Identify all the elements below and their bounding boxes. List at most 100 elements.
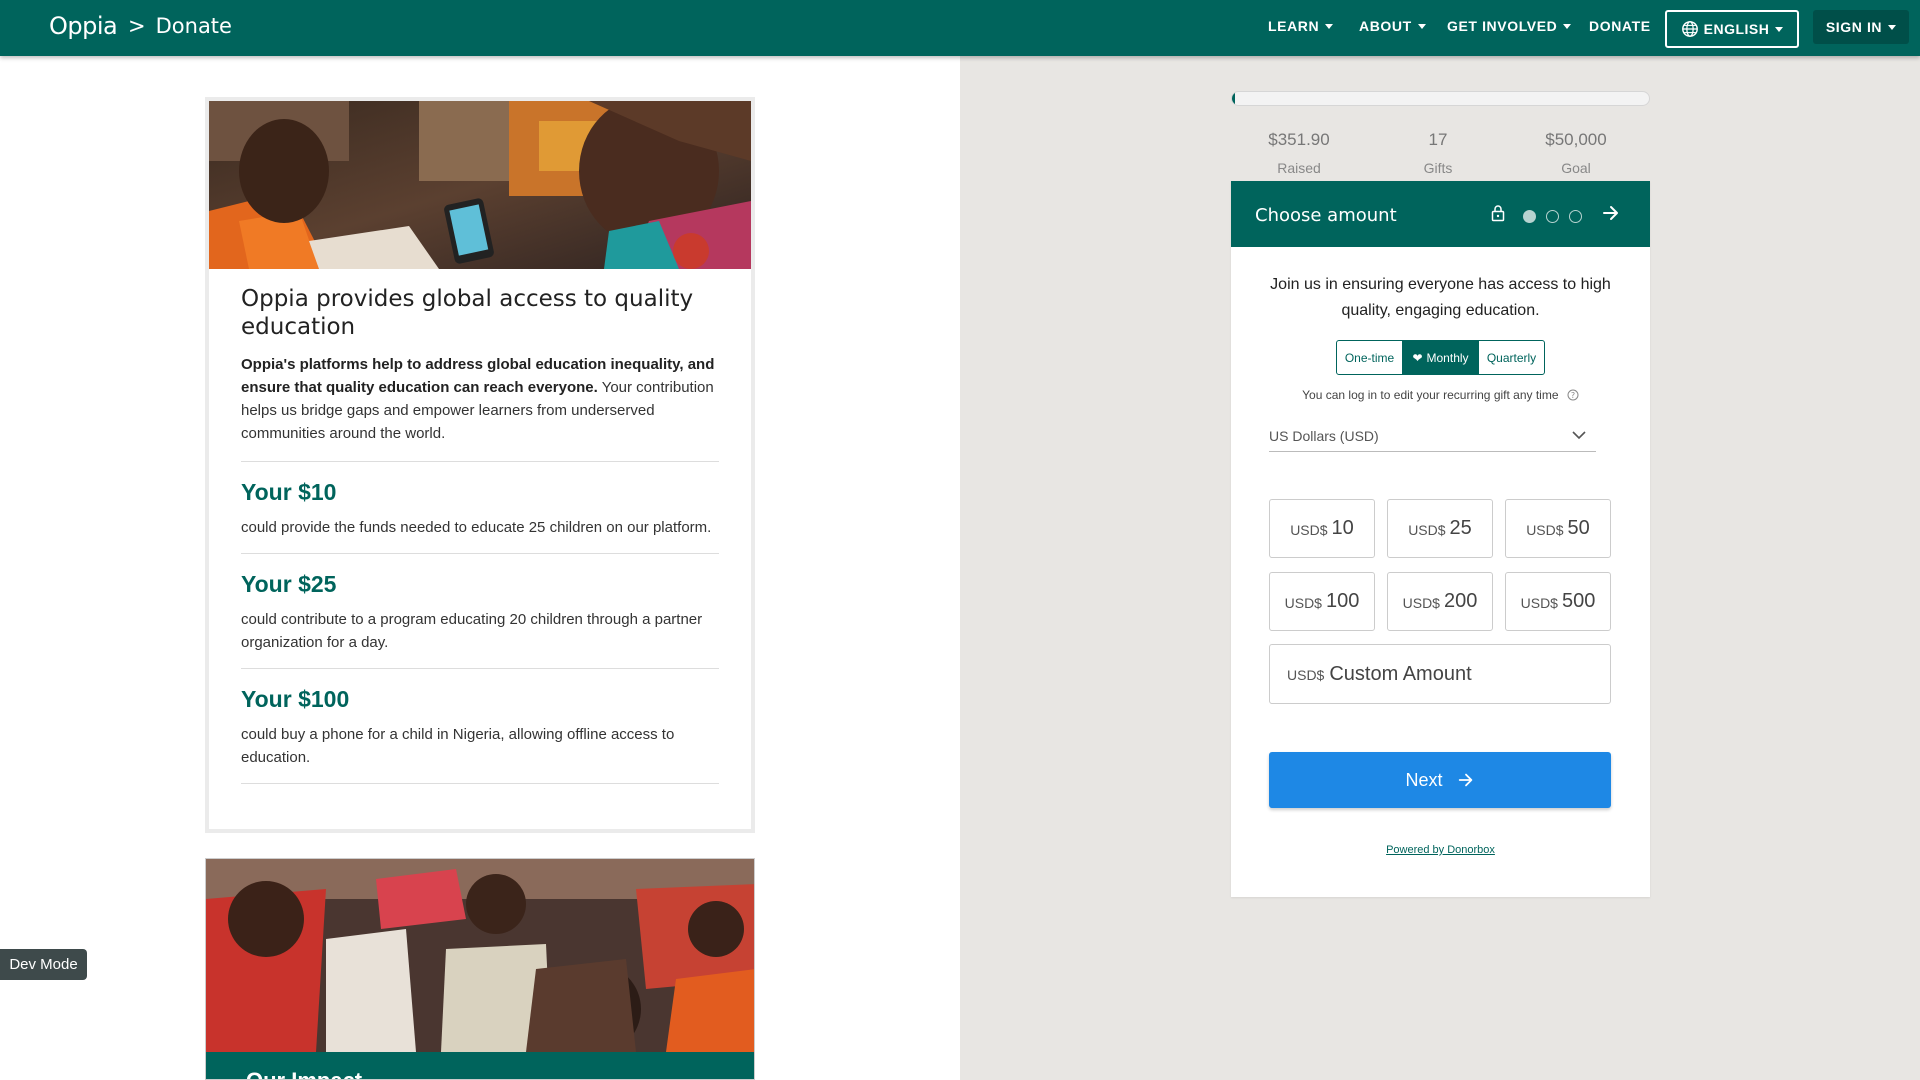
step-indicator xyxy=(1523,210,1582,223)
info-icon[interactable]: ? xyxy=(1567,389,1579,401)
donation-widget: Choose amount Join us in ensuring everyo… xyxy=(1231,181,1650,897)
svg-text:?: ? xyxy=(1571,391,1575,400)
amount-option-10[interactable]: USD$ 10 xyxy=(1269,499,1375,558)
impact-text: could contribute to a program educating … xyxy=(241,611,703,651)
globe-icon xyxy=(1681,21,1698,37)
currency-select[interactable]: US Dollars (USD) xyxy=(1269,419,1596,452)
frequency-option-label: Monthly xyxy=(1426,350,1469,365)
custom-amount-input[interactable]: USD$ Custom Amount xyxy=(1269,644,1611,704)
sign-in-button[interactable]: SIGN IN xyxy=(1813,10,1909,44)
donation-info-card: Oppia provides global access to quality … xyxy=(205,97,755,833)
step-dot xyxy=(1569,210,1582,223)
impact-item: Your $10 could provide the funds needed … xyxy=(241,461,719,553)
caret-down-icon xyxy=(1325,23,1334,29)
caret-down-icon xyxy=(1888,24,1897,30)
stat-goal: $50,000 Goal xyxy=(1501,130,1651,176)
language-selector[interactable]: ENGLISH xyxy=(1665,10,1799,48)
dev-mode-badge[interactable]: Dev Mode xyxy=(0,949,87,980)
amount-currency: USD$ xyxy=(1287,667,1325,683)
nav-learn-label: LEARN xyxy=(1268,18,1320,34)
our-impact-band: Our Impact xyxy=(206,1052,754,1079)
breadcrumb-separator: > xyxy=(128,14,146,38)
stat-value: $351.90 xyxy=(1268,130,1330,149)
nav-learn-menu[interactable]: LEARN xyxy=(1268,18,1334,34)
recurring-note-text: You can log in to edit your recurring gi… xyxy=(1302,388,1559,402)
next-button[interactable]: Next xyxy=(1269,752,1611,808)
heart-icon: ❤ xyxy=(1412,350,1423,365)
impact-heading: Your $10 xyxy=(241,479,337,505)
our-impact-title: Our Impact xyxy=(246,1068,362,1079)
amount-option-500[interactable]: USD$ 500 xyxy=(1505,572,1611,631)
top-navbar: Oppia > Donate LEARN ABOUT GET INVOLVED D… xyxy=(0,0,1920,56)
nav-donate-label: DONATE xyxy=(1589,18,1651,34)
next-label: Next xyxy=(1405,769,1443,790)
frequency-monthly[interactable]: ❤ Monthly xyxy=(1403,341,1479,374)
impact-text: could provide the funds needed to educat… xyxy=(241,519,712,536)
nav-get-involved-menu[interactable]: GET INVOLVED xyxy=(1447,18,1572,34)
amount-currency: USD$ xyxy=(1520,594,1558,611)
nav-donate-link[interactable]: DONATE xyxy=(1589,18,1651,34)
our-impact-card: Our Impact xyxy=(205,858,755,1080)
amount-option-25[interactable]: USD$ 25 xyxy=(1387,499,1493,558)
stat-label: Goal xyxy=(1561,160,1591,176)
donation-progress-bar xyxy=(1231,91,1650,106)
classroom-photo xyxy=(206,859,754,1052)
widget-intro: Join us in ensuring everyone has access … xyxy=(1270,276,1611,319)
amount-value: 100 xyxy=(1325,590,1360,612)
powered-by-donorbox-link[interactable]: Powered by Donorbox xyxy=(1231,844,1650,856)
currency-value: US Dollars (USD) xyxy=(1269,428,1379,444)
breadcrumb-current: Donate xyxy=(155,14,232,38)
frequency-option-label: Quarterly xyxy=(1486,350,1537,365)
nav-get-involved-label: GET INVOLVED xyxy=(1447,18,1558,34)
info-card-intro: Oppia's platforms help to address global… xyxy=(241,353,719,445)
stat-value: $50,000 xyxy=(1545,130,1607,149)
custom-amount-placeholder: Custom Amount xyxy=(1329,662,1472,685)
frequency-one-time[interactable]: One-time xyxy=(1337,341,1403,374)
impact-item: Your $25 could contribute to a program e… xyxy=(241,553,719,668)
amount-value: 50 xyxy=(1567,517,1590,539)
amount-currency: USD$ xyxy=(1526,521,1564,538)
caret-down-icon xyxy=(1775,26,1784,32)
amount-currency: USD$ xyxy=(1290,521,1328,538)
amount-option-200[interactable]: USD$ 200 xyxy=(1387,572,1493,631)
caret-down-icon xyxy=(1417,23,1426,29)
amount-option-100[interactable]: USD$ 100 xyxy=(1269,572,1375,631)
stat-label: Gifts xyxy=(1423,160,1453,176)
lock-icon xyxy=(1491,205,1505,222)
oppia-logo[interactable]: Oppia xyxy=(49,12,118,40)
step-dot-active xyxy=(1523,210,1536,223)
amount-value: 25 xyxy=(1449,517,1472,539)
widget-header: Choose amount xyxy=(1231,181,1650,247)
donation-progress-fill xyxy=(1232,92,1236,105)
caret-down-icon xyxy=(1563,23,1572,29)
amount-option-50[interactable]: USD$ 50 xyxy=(1505,499,1611,558)
arrow-right-icon xyxy=(1458,773,1472,787)
breadcrumb: > Donate xyxy=(128,14,232,38)
amount-currency: USD$ xyxy=(1402,594,1440,611)
amount-value: 10 xyxy=(1331,517,1354,539)
amount-currency: USD$ xyxy=(1408,521,1446,538)
nav-about-menu[interactable]: ABOUT xyxy=(1359,18,1426,34)
impact-item: Your $100 could buy a phone for a child … xyxy=(241,668,719,783)
step-dot xyxy=(1546,210,1559,223)
chevron-down-icon xyxy=(1572,431,1586,440)
amount-value: 200 xyxy=(1443,590,1478,612)
nav-about-label: ABOUT xyxy=(1359,18,1412,34)
frequency-option-label: One-time xyxy=(1344,350,1395,365)
stat-value: 17 xyxy=(1428,130,1448,149)
children-learning-photo xyxy=(209,101,751,269)
arrow-right-icon[interactable] xyxy=(1601,203,1621,223)
frequency-toggle: One-time ❤ Monthly Quarterly xyxy=(1336,340,1545,375)
amount-value: 500 xyxy=(1561,590,1596,612)
stat-label: Raised xyxy=(1277,160,1321,176)
divider xyxy=(241,783,719,784)
amount-currency: USD$ xyxy=(1284,594,1322,611)
stat-gifts: 17 Gifts xyxy=(1363,130,1513,176)
sign-in-label: SIGN IN xyxy=(1825,19,1883,35)
language-label: ENGLISH xyxy=(1703,21,1770,37)
impact-text: could buy a phone for a child in Nigeria… xyxy=(241,726,675,766)
info-card-title: Oppia provides global access to quality … xyxy=(241,286,694,340)
impact-heading: Your $100 xyxy=(241,686,350,712)
frequency-quarterly[interactable]: Quarterly xyxy=(1479,341,1544,374)
widget-title: Choose amount xyxy=(1255,205,1397,226)
